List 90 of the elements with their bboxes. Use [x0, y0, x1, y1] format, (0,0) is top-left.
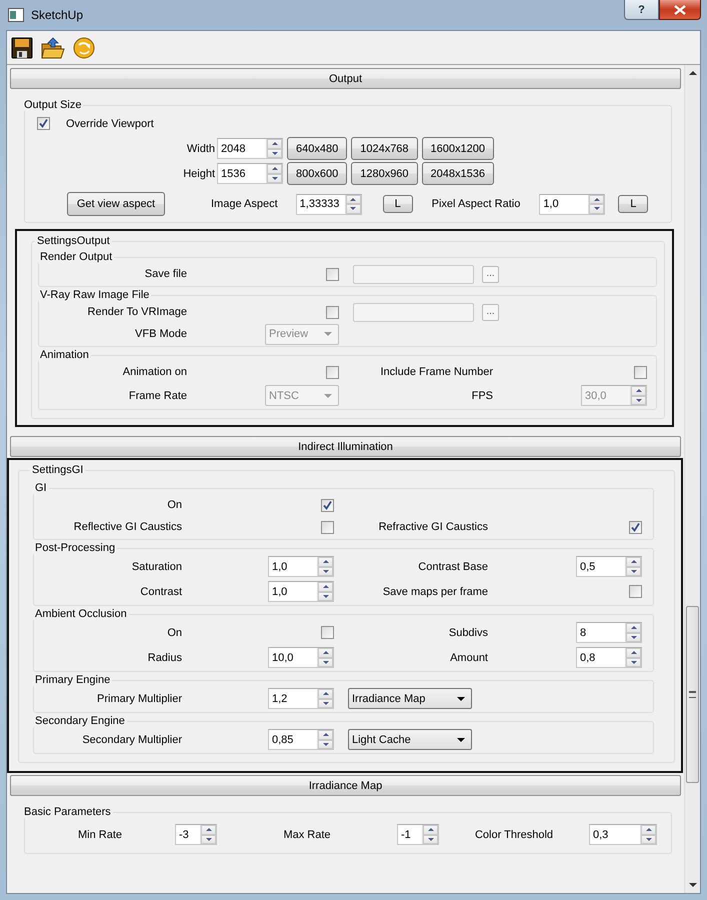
- push-button[interactable]: 2048x1536: [422, 162, 494, 185]
- field-label: Amount: [450, 652, 488, 664]
- group-title: V-Ray Raw Image File: [39, 289, 150, 301]
- field-label: Radius: [148, 652, 182, 664]
- checkbox[interactable]: [326, 306, 339, 318]
- group-title: Post-Processing: [34, 542, 116, 554]
- group-title: SettingsOutput: [36, 235, 111, 247]
- browse-button[interactable]: ...: [482, 266, 499, 282]
- checkbox[interactable]: [37, 117, 50, 130]
- file-path-field[interactable]: [353, 302, 474, 322]
- spin-box[interactable]: -3: [175, 824, 217, 845]
- help-button[interactable]: ?: [624, 0, 659, 20]
- checkbox[interactable]: [634, 366, 647, 378]
- group-title: Ambient Occlusion: [34, 608, 128, 620]
- field-label: Primary Multiplier: [97, 692, 182, 704]
- checkbox[interactable]: [321, 520, 334, 534]
- field-label: Subdivs: [448, 626, 488, 638]
- section-header[interactable]: Irradiance Map: [10, 775, 681, 796]
- browse-button[interactable]: ...: [482, 304, 499, 320]
- checkbox[interactable]: [321, 626, 334, 639]
- field-label: Contrast Base: [418, 560, 488, 572]
- spin-box[interactable]: 8: [576, 622, 642, 643]
- spin-box[interactable]: 0,85: [268, 729, 334, 750]
- spin-box[interactable]: 0,3: [589, 824, 657, 845]
- checkbox[interactable]: [629, 585, 642, 598]
- spin-box[interactable]: 2048: [217, 138, 283, 159]
- folder-icon[interactable]: [41, 36, 65, 58]
- field-label: FPS: [472, 390, 493, 402]
- field-label: Secondary Multiplier: [82, 734, 182, 746]
- spin-box[interactable]: 10,0: [268, 647, 334, 668]
- checkbox[interactable]: [629, 520, 642, 534]
- group-title: GI: [34, 482, 48, 494]
- field-label: Pixel Aspect Ratio: [432, 198, 520, 210]
- spin-box[interactable]: -1: [397, 824, 439, 845]
- push-button[interactable]: 1280x960: [351, 162, 418, 185]
- field-label: Include Frame Number: [380, 366, 493, 378]
- push-button[interactable]: 1024x768: [351, 137, 418, 160]
- spin-box[interactable]: 1,0: [268, 581, 334, 602]
- group-title: SettingsGI: [31, 464, 84, 476]
- push-button[interactable]: Get view aspect: [67, 192, 165, 216]
- field-label: Image Aspect: [211, 198, 278, 210]
- group-title: Primary Engine: [34, 674, 112, 686]
- group-title: Render Output: [39, 251, 114, 263]
- close-icon: [674, 4, 686, 14]
- field-label: Render To VRImage: [88, 306, 187, 318]
- checkbox[interactable]: [321, 498, 334, 512]
- field-label: Color Threshold: [474, 828, 554, 840]
- push-button[interactable]: 640x480: [287, 137, 348, 160]
- lock-button[interactable]: L: [618, 195, 648, 213]
- lock-button[interactable]: L: [382, 195, 413, 213]
- field-label: Max Rate: [283, 828, 331, 840]
- field-label: VFB Mode: [135, 328, 187, 340]
- field-label: On: [167, 499, 182, 511]
- group-title: Basic Parameters: [23, 806, 112, 818]
- field-label: Reflective GI Caustics: [74, 521, 182, 533]
- spin-box[interactable]: 0,5: [576, 556, 642, 577]
- field-label: On: [167, 626, 182, 638]
- section-header[interactable]: Output: [10, 68, 681, 89]
- spin-box[interactable]: 1536: [217, 163, 283, 184]
- dropdown[interactable]: Light Cache: [348, 729, 472, 750]
- field-label: Save file: [144, 268, 187, 280]
- group-title: Animation: [39, 349, 90, 361]
- field-label: Animation on: [122, 366, 187, 378]
- field-label: Refractive GI Caustics: [378, 521, 488, 533]
- field-label: Min Rate: [78, 828, 122, 840]
- field-label: Saturation: [132, 560, 182, 572]
- spin-box[interactable]: 1,33333: [296, 194, 362, 214]
- dropdown[interactable]: Irradiance Map: [348, 688, 472, 709]
- checkbox[interactable]: [326, 268, 339, 280]
- field-label: Override Viewport: [66, 118, 154, 130]
- field-label: Frame Rate: [128, 390, 187, 402]
- push-button[interactable]: 1600x1200: [422, 137, 494, 160]
- field-label: Width: [186, 142, 215, 154]
- spin-box[interactable]: 1,0: [268, 556, 334, 577]
- push-button[interactable]: 800x600: [287, 162, 348, 185]
- field-label: Height: [182, 168, 215, 180]
- checkbox[interactable]: [326, 366, 339, 378]
- spin-box[interactable]: 1,2: [268, 688, 334, 709]
- section-header[interactable]: Indirect Illumination: [10, 436, 681, 457]
- field-label: Save maps per frame: [382, 586, 488, 598]
- group-title: Secondary Engine: [34, 715, 126, 727]
- field-label: Contrast: [140, 586, 182, 598]
- spin-box[interactable]: 0,8: [576, 647, 642, 668]
- window-title: SketchUp: [31, 8, 84, 22]
- app-icon: [8, 8, 24, 22]
- file-path-field[interactable]: [353, 264, 474, 284]
- close-button[interactable]: [659, 0, 701, 20]
- spin-box[interactable]: 1,0: [539, 194, 606, 214]
- group-title: Output Size: [23, 99, 82, 111]
- scrollbar[interactable]: [684, 65, 700, 893]
